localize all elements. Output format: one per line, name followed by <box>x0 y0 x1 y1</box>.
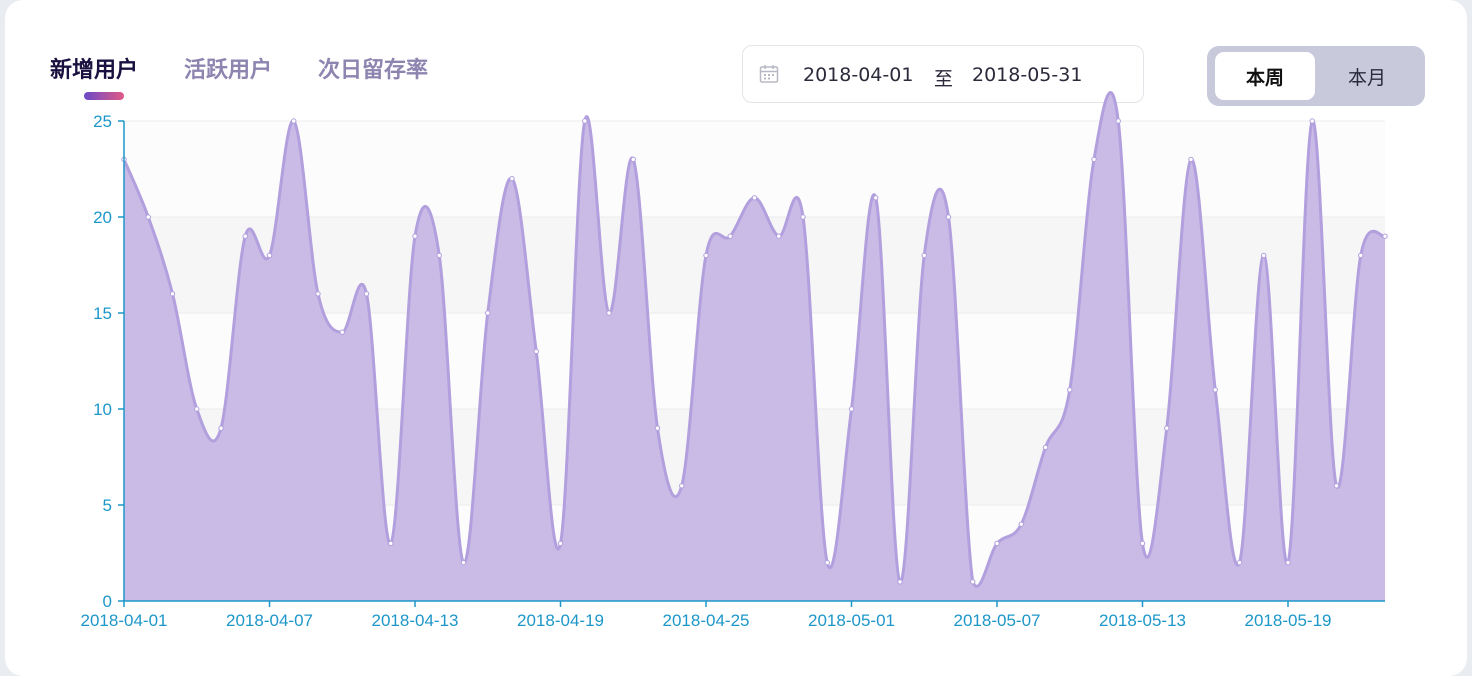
x-tick-label: 2018-05-07 <box>954 611 1041 630</box>
data-point <box>1309 118 1315 124</box>
data-point <box>654 425 661 431</box>
data-point <box>994 540 1000 547</box>
x-tick-label: 2018-04-07 <box>226 611 313 630</box>
data-point <box>848 406 855 412</box>
data-point <box>606 310 612 316</box>
data-point <box>1188 156 1194 163</box>
x-tick-label: 2018-04-19 <box>517 611 604 630</box>
data-point <box>145 214 151 220</box>
data-point <box>557 540 564 547</box>
data-point <box>1333 483 1340 489</box>
y-tick-label: 15 <box>93 304 112 323</box>
data-point <box>824 559 830 566</box>
data-point <box>509 175 515 182</box>
data-point <box>533 348 539 355</box>
data-point <box>291 118 297 124</box>
data-point <box>1091 156 1097 163</box>
data-point <box>921 252 927 259</box>
data-point <box>388 540 394 547</box>
data-point <box>800 214 806 220</box>
data-point <box>363 291 370 297</box>
data-point <box>1139 540 1146 547</box>
data-point <box>485 310 491 316</box>
data-point <box>460 559 467 566</box>
data-point <box>703 252 709 259</box>
data-point <box>1067 387 1073 393</box>
data-point <box>194 406 200 412</box>
data-point <box>630 156 636 163</box>
data-point <box>1018 521 1024 527</box>
data-point <box>582 118 588 124</box>
data-point <box>1212 387 1218 393</box>
data-point <box>412 233 418 239</box>
data-point <box>873 195 879 201</box>
data-point <box>218 425 224 431</box>
data-point <box>679 483 685 489</box>
data-point <box>266 252 273 259</box>
data-point <box>315 291 321 297</box>
x-tick-label: 2018-04-01 <box>81 611 168 630</box>
data-point <box>1358 252 1364 259</box>
x-tick-label: 2018-05-01 <box>808 611 895 630</box>
y-tick-label: 25 <box>93 112 112 131</box>
new-users-area-chart: 0 5 10 15 20 25 2018-04-01 2018-04-07 2018-04-1… <box>81 91 1388 630</box>
data-point <box>1164 425 1170 431</box>
data-point <box>1236 559 1243 566</box>
data-point <box>945 214 952 220</box>
data-point <box>776 233 782 239</box>
y-tick-label: 5 <box>103 496 112 515</box>
data-point <box>242 233 248 239</box>
y-tick-label: 20 <box>93 208 112 227</box>
data-point <box>1042 444 1049 451</box>
x-tick-label: 2018-05-19 <box>1245 611 1332 630</box>
data-point <box>1382 233 1388 239</box>
data-point <box>751 195 758 201</box>
data-point <box>436 252 442 259</box>
data-point <box>1285 559 1291 566</box>
data-point <box>970 579 976 585</box>
data-point <box>897 579 903 585</box>
x-tick-label: 2018-04-25 <box>663 611 750 630</box>
y-tick-label: 10 <box>93 400 112 419</box>
x-tick-label: 2018-05-13 <box>1099 611 1186 630</box>
data-point <box>339 329 345 335</box>
data-point <box>727 233 733 239</box>
data-point <box>169 291 176 297</box>
data-point <box>1115 118 1121 124</box>
y-tick-label: 0 <box>103 592 112 611</box>
x-tick-label: 2018-04-13 <box>372 611 459 630</box>
data-point <box>1261 252 1267 259</box>
